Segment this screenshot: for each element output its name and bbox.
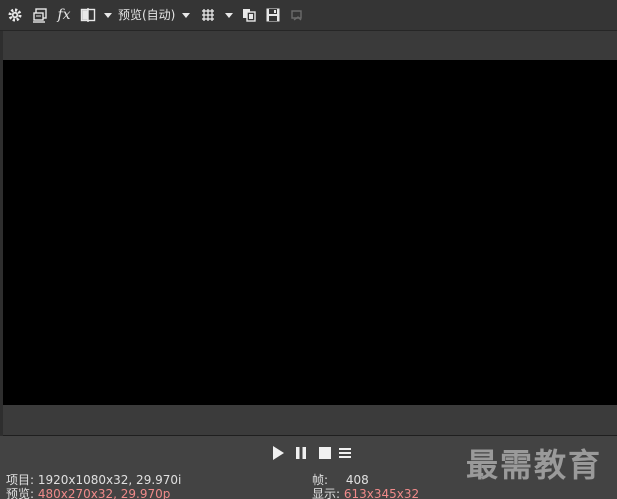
- gear-icon[interactable]: [6, 6, 24, 24]
- pause-icon[interactable]: [293, 445, 309, 461]
- copy-frame-icon[interactable]: [240, 6, 258, 24]
- play-icon[interactable]: [270, 445, 286, 461]
- split-screen-icon[interactable]: [79, 6, 97, 24]
- display-value: 613x345x32: [343, 487, 420, 499]
- project-label: 项目:: [6, 473, 35, 487]
- grid-dropdown-icon[interactable]: [223, 6, 235, 24]
- frame-info: 帧: 408: [312, 473, 369, 487]
- watermark-logo: 最需教育: [466, 446, 603, 484]
- preview-value: 480x270x32, 29.970p: [37, 487, 171, 499]
- grid-icon[interactable]: [200, 6, 216, 24]
- preview-toolbar: fx 预览(自动): [0, 0, 617, 31]
- display-info: 显示: 613x345x32: [312, 487, 419, 499]
- preview-info: 预览: 480x270x32, 29.970p: [6, 487, 170, 499]
- frame-value: 408: [345, 473, 369, 487]
- stop-icon[interactable]: [317, 445, 333, 461]
- video-preview-area[interactable]: [3, 60, 617, 405]
- preview-top-margin: [3, 31, 617, 60]
- properties-icon[interactable]: [31, 6, 49, 24]
- video-preview-window: fx 预览(自动) 项目: 1920x1080x32, 29.970i 预览: …: [0, 0, 617, 499]
- display-label: 显示:: [312, 487, 341, 499]
- fx-icon[interactable]: fx: [55, 6, 73, 24]
- project-info: 项目: 1920x1080x32, 29.970i: [6, 473, 181, 487]
- frame-label: 帧:: [312, 473, 329, 487]
- preview-label: 预览:: [6, 487, 35, 499]
- preview-quality-dropdown-icon[interactable]: [180, 6, 192, 24]
- preview-bottom-margin: [3, 405, 617, 436]
- external-monitor-icon: [288, 6, 306, 24]
- project-value: 1920x1080x32, 29.970i: [37, 473, 182, 487]
- dropdown-arrow-icon[interactable]: [102, 6, 114, 24]
- menu-icon[interactable]: [337, 445, 353, 461]
- save-frame-icon[interactable]: [264, 6, 282, 24]
- preview-quality-select[interactable]: 预览(自动): [118, 6, 175, 24]
